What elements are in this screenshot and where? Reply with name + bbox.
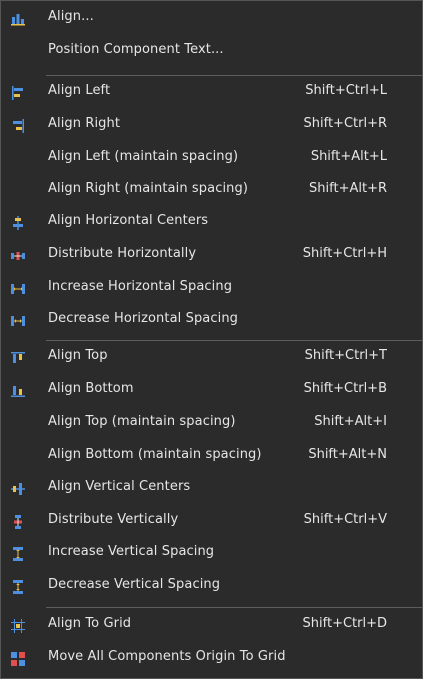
menu-item-label: Align Right (maintain spacing) [48,181,249,196]
menu-item-align-bottom[interactable]: Align Bottom Shift+Ctrl+B [1,375,422,407]
menu-item-shortcut: Shift+Ctrl+B [303,381,387,396]
menu-item-label: Align Bottom [48,381,134,396]
move-origin-to-grid-icon [11,652,25,666]
increase-vertical-spacing-icon [11,547,25,561]
menu-item-shortcut: Shift+Ctrl+H [302,246,387,261]
menu-item-move-origin-to-grid[interactable]: Move All Components Origin To Grid [1,643,422,675]
menu-item-shortcut: Shift+Alt+N [308,447,387,462]
menu-separator [46,75,422,76]
menu-item-shortcut: Shift+Alt+R [309,181,387,196]
align-to-grid-icon [11,619,25,633]
align-bottom-icon [11,384,25,398]
decrease-vertical-spacing-icon [11,580,25,594]
menu-item-label: Align Top (maintain spacing) [48,414,236,429]
menu-item-distribute-horizontally[interactable]: Distribute Horizontally Shift+Ctrl+H [1,240,422,272]
menu-item-shortcut: Shift+Alt+I [314,414,387,429]
menu-item-shortcut: Shift+Ctrl+L [305,83,387,98]
menu-separator [46,607,422,608]
align-context-menu: Align... Position Component Text... Alig… [0,0,423,679]
menu-item-label: Distribute Vertically [48,512,179,527]
menu-item-label: Align Right [48,116,121,131]
menu-item-increase-vertical-spacing[interactable]: Increase Vertical Spacing [1,538,422,570]
menu-item-shortcut: Shift+Ctrl+V [303,512,387,527]
distribute-horizontally-icon [11,249,25,263]
menu-item-align-dialog[interactable]: Align... [1,3,422,35]
align-right-icon [11,119,25,133]
menu-item-decrease-vertical-spacing[interactable]: Decrease Vertical Spacing [1,571,422,603]
menu-item-increase-horizontal-spacing[interactable]: Increase Horizontal Spacing [1,273,422,305]
align-bars-icon [11,12,25,26]
menu-item-label: Decrease Vertical Spacing [48,577,221,592]
decrease-horizontal-spacing-icon [11,314,25,328]
menu-item-label: Align To Grid [48,616,132,631]
menu-item-position-component-text[interactable]: Position Component Text... [1,36,422,68]
menu-item-align-top[interactable]: Align Top Shift+Ctrl+T [1,342,422,374]
menu-item-align-left-maintain-spacing[interactable]: Align Left (maintain spacing) Shift+Alt+… [1,143,422,175]
menu-item-label: Align Top [48,348,108,363]
menu-item-label: Align Horizontal Centers [48,213,209,228]
menu-item-shortcut: Shift+Ctrl+D [302,616,387,631]
menu-item-align-left[interactable]: Align Left Shift+Ctrl+L [1,77,422,109]
menu-item-shortcut: Shift+Alt+L [310,149,387,164]
menu-item-label: Align... [48,9,94,24]
menu-item-shortcut: Shift+Ctrl+T [304,348,387,363]
menu-separator [46,340,422,341]
align-top-icon [11,351,25,365]
distribute-vertically-icon [11,515,25,529]
menu-item-decrease-horizontal-spacing[interactable]: Decrease Horizontal Spacing [1,305,422,337]
menu-item-align-vertical-centers[interactable]: Align Vertical Centers [1,473,422,505]
menu-item-distribute-vertically[interactable]: Distribute Vertically Shift+Ctrl+V [1,506,422,538]
menu-item-label: Move All Components Origin To Grid [48,649,286,664]
menu-item-align-to-grid[interactable]: Align To Grid Shift+Ctrl+D [1,610,422,642]
menu-item-label: Align Left (maintain spacing) [48,149,239,164]
increase-horizontal-spacing-icon [11,282,25,296]
align-vertical-centers-icon [11,482,25,496]
menu-item-align-horizontal-centers[interactable]: Align Horizontal Centers [1,207,422,239]
menu-item-label: Distribute Horizontally [48,246,197,261]
menu-item-label: Align Left [48,83,111,98]
menu-item-label: Increase Vertical Spacing [48,544,215,559]
menu-item-shortcut: Shift+Ctrl+R [303,116,388,131]
menu-item-align-right-maintain-spacing[interactable]: Align Right (maintain spacing) Shift+Alt… [1,175,422,207]
menu-item-label: Align Vertical Centers [48,479,191,494]
align-left-icon [11,86,25,100]
menu-item-label: Decrease Horizontal Spacing [48,311,239,326]
menu-item-align-top-maintain-spacing[interactable]: Align Top (maintain spacing) Shift+Alt+I [1,408,422,440]
menu-item-label: Increase Horizontal Spacing [48,279,233,294]
menu-item-align-bottom-maintain-spacing[interactable]: Align Bottom (maintain spacing) Shift+Al… [1,441,422,473]
menu-item-label: Position Component Text... [48,42,224,57]
menu-item-label: Align Bottom (maintain spacing) [48,447,262,462]
menu-item-align-right[interactable]: Align Right Shift+Ctrl+R [1,110,422,142]
align-horizontal-centers-icon [11,216,25,230]
